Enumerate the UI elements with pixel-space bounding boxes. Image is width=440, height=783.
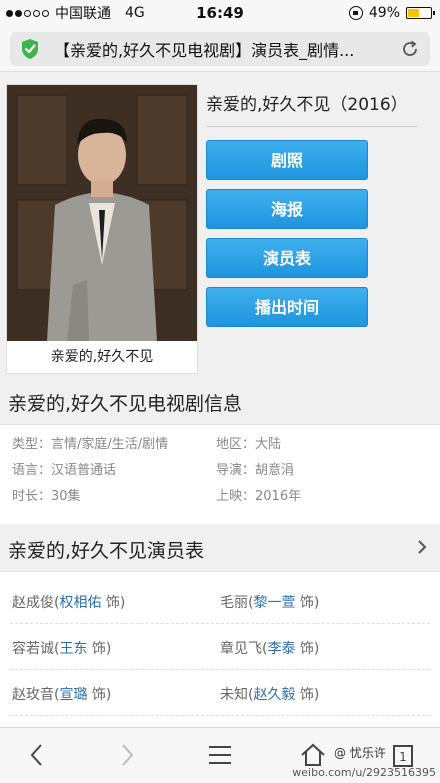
rotation-lock-icon: [348, 6, 363, 20]
table-row: 赵成俊(权相佑 饰) 毛丽(黎一萱 饰): [10, 578, 430, 624]
cast-button[interactable]: 演员表: [206, 238, 368, 278]
menu-icon[interactable]: [205, 740, 235, 770]
cast-section-title: 亲爱的,好久不见演员表: [8, 540, 205, 562]
actor-link[interactable]: 宣璐: [59, 687, 87, 703]
cast-entry[interactable]: 毛丽(黎一萱 饰): [220, 592, 319, 612]
posters-button[interactable]: 海报: [206, 189, 368, 229]
actor-link[interactable]: 黎一萱: [253, 595, 295, 611]
browser-toolbar: 1 @ 忧乐许 weibo.com/u/2923516395: [0, 727, 440, 783]
info-genre: 类型：言情/家庭/生活/剧情: [12, 437, 169, 452]
secure-shield-icon: [22, 39, 38, 59]
status-bar: 中国联通 4G 16:49 49%: [0, 0, 440, 26]
stills-button[interactable]: 剧照: [206, 140, 368, 180]
actor-link[interactable]: 李泰: [267, 641, 295, 657]
svg-text:1: 1: [399, 750, 407, 764]
chevron-right-icon[interactable]: [416, 539, 428, 555]
carrier-name: 中国联通: [55, 6, 111, 22]
cast-section-header[interactable]: 亲爱的,好久不见演员表: [0, 524, 440, 572]
cast-entry[interactable]: 未知(赵久毅 饰): [220, 684, 319, 704]
page-content: 亲爱的,好久不见 亲爱的,好久不见（2016） 剧照 海报 演员表 播出时间 亲…: [0, 72, 440, 727]
info-section-title: 亲爱的,好久不见电视剧信息: [8, 393, 243, 415]
table-row: 赵玫音(宣璐 饰) 未知(赵久毅 饰): [10, 670, 430, 716]
poster-card[interactable]: 亲爱的,好久不见: [6, 84, 198, 374]
back-icon[interactable]: [22, 740, 52, 770]
info-release: 上映：2016年: [216, 489, 302, 504]
show-header: 亲爱的,好久不见 亲爱的,好久不见（2016） 剧照 海报 演员表 播出时间: [0, 72, 440, 377]
poster-image[interactable]: [7, 85, 197, 341]
cast-entry[interactable]: 章见飞(李泰 饰): [220, 638, 319, 658]
cast-entry[interactable]: 赵成俊(权相佑 饰): [12, 592, 125, 612]
actor-link[interactable]: 赵久毅: [253, 687, 295, 703]
battery-percent: 49%: [368, 5, 400, 21]
show-title: 亲爱的,好久不见（2016）: [206, 95, 408, 115]
actor-link[interactable]: 王东: [59, 641, 87, 657]
info-language: 语言：汉语普通话: [12, 463, 117, 478]
network-type: 4G: [125, 5, 145, 21]
info-region: 地区：大陆: [216, 437, 282, 452]
table-row: 容若诚(王东 饰) 章见飞(李泰 饰): [10, 624, 430, 670]
actor-link[interactable]: 权相佑: [59, 595, 101, 611]
info-section-header: 亲爱的,好久不见电视剧信息: [0, 377, 440, 425]
cast-entry[interactable]: 容若诚(王东 饰): [12, 638, 111, 658]
info-duration: 时长：30集: [12, 489, 81, 504]
cast-list: 赵成俊(权相佑 饰) 毛丽(黎一萱 饰) 容若诚(王东 饰) 章见飞(李泰 饰)…: [0, 578, 440, 727]
reload-icon[interactable]: [400, 39, 420, 59]
watermark-url: weibo.com/u/2923516395: [292, 766, 436, 779]
browser-address-bar: 【亲爱的,好久不见电视剧】演员表_剧情...: [0, 26, 440, 72]
cast-entry[interactable]: 赵玫音(宣璐 饰): [12, 684, 111, 704]
divider: [206, 126, 418, 127]
url-field[interactable]: 【亲爱的,好久不见电视剧】演员表_剧情...: [10, 32, 430, 66]
page-title: 【亲爱的,好久不见电视剧】演员表_剧情...: [54, 41, 355, 60]
signal-strength-icon: [6, 9, 49, 17]
poster-caption: 亲爱的,好久不见: [50, 349, 154, 365]
airtime-button[interactable]: 播出时间: [206, 287, 368, 327]
forward-icon[interactable]: [112, 740, 142, 770]
battery-icon: [406, 7, 435, 19]
watermark-user: @ 忧乐许: [334, 746, 386, 760]
info-director: 导演：胡意涓: [216, 463, 295, 478]
info-grid: 类型：言情/家庭/生活/剧情 地区：大陆 语言：汉语普通话 导演：胡意涓 时长：…: [0, 425, 440, 517]
